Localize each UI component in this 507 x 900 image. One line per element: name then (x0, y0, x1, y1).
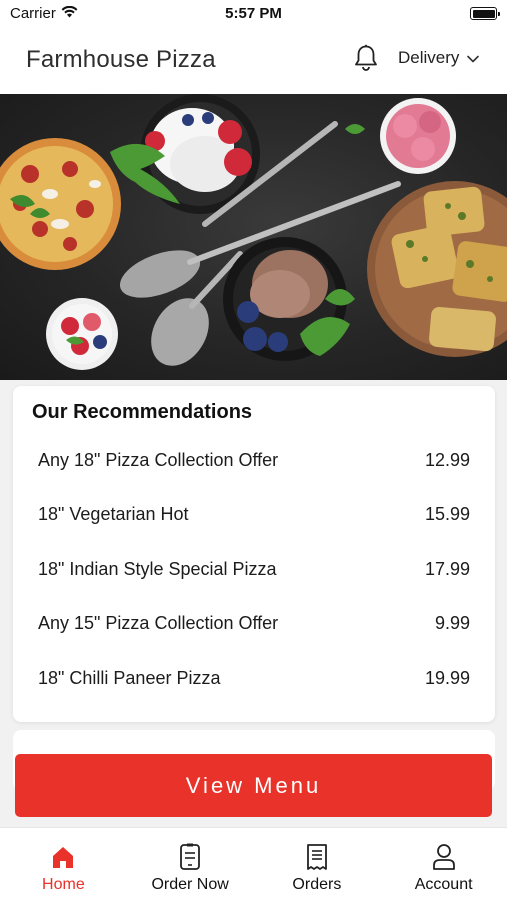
item-name: Any 18" Pizza Collection Offer (38, 449, 279, 470)
item-name: 18" Vegetarian Hot (38, 503, 189, 524)
item-price: 12.99 (424, 449, 470, 470)
item-name: 18" Indian Style Special Pizza (38, 558, 277, 579)
nav-label: Orders (292, 876, 342, 893)
recommendations-card: Our Recommendations Any 18" Pizza Collec… (13, 386, 495, 722)
recommendation-item[interactable]: 18" Vegetarian Hot 15.99 (38, 499, 470, 529)
nav-item-account[interactable]: Account (380, 828, 507, 900)
recommendation-item[interactable]: 18" Indian Style Special Pizza 17.99 (38, 554, 470, 584)
recommendation-item[interactable]: Any 18" Pizza Collection Offer 12.99 (38, 445, 470, 475)
delivery-selector[interactable]: Delivery (398, 48, 480, 68)
bottom-nav: Home Order Now Orders Account (0, 827, 507, 900)
hero-banner (0, 94, 507, 380)
order-icon (179, 842, 201, 872)
item-price: 15.99 (424, 503, 470, 524)
recommendation-item[interactable]: 18" Chilli Paneer Pizza 19.99 (38, 663, 470, 693)
nav-item-home[interactable]: Home (0, 828, 127, 900)
nav-item-order-now[interactable]: Order Now (127, 828, 254, 900)
nav-label: Home (42, 876, 85, 893)
nav-item-orders[interactable]: Orders (254, 828, 381, 900)
user-icon (432, 842, 456, 872)
chevron-down-icon (467, 48, 480, 68)
battery-icon (470, 7, 500, 20)
status-time: 5:57 PM (225, 5, 282, 22)
home-icon (50, 842, 76, 872)
item-price: 19.99 (424, 667, 470, 688)
nav-label: Order Now (151, 876, 229, 893)
delivery-label: Delivery (398, 48, 460, 67)
view-menu-button[interactable]: View Menu (15, 754, 492, 817)
item-price: 9.99 (434, 612, 470, 633)
app-header: Farmhouse Pizza Delivery (0, 26, 507, 94)
item-name: Any 15" Pizza Collection Offer (38, 612, 279, 633)
status-bar: Carrier 5:57 PM (0, 0, 507, 26)
nav-label: Account (414, 876, 473, 893)
item-name: 18" Chilli Paneer Pizza (38, 667, 221, 688)
recommendation-item[interactable]: Any 15" Pizza Collection Offer 9.99 (38, 608, 470, 638)
food-banner-image (0, 94, 507, 370)
receipt-icon (305, 842, 329, 872)
restaurant-title: Farmhouse Pizza (26, 46, 216, 73)
item-price: 17.99 (424, 558, 470, 579)
recommendations-title: Our Recommendations (32, 401, 253, 423)
bell-icon[interactable] (350, 42, 382, 74)
